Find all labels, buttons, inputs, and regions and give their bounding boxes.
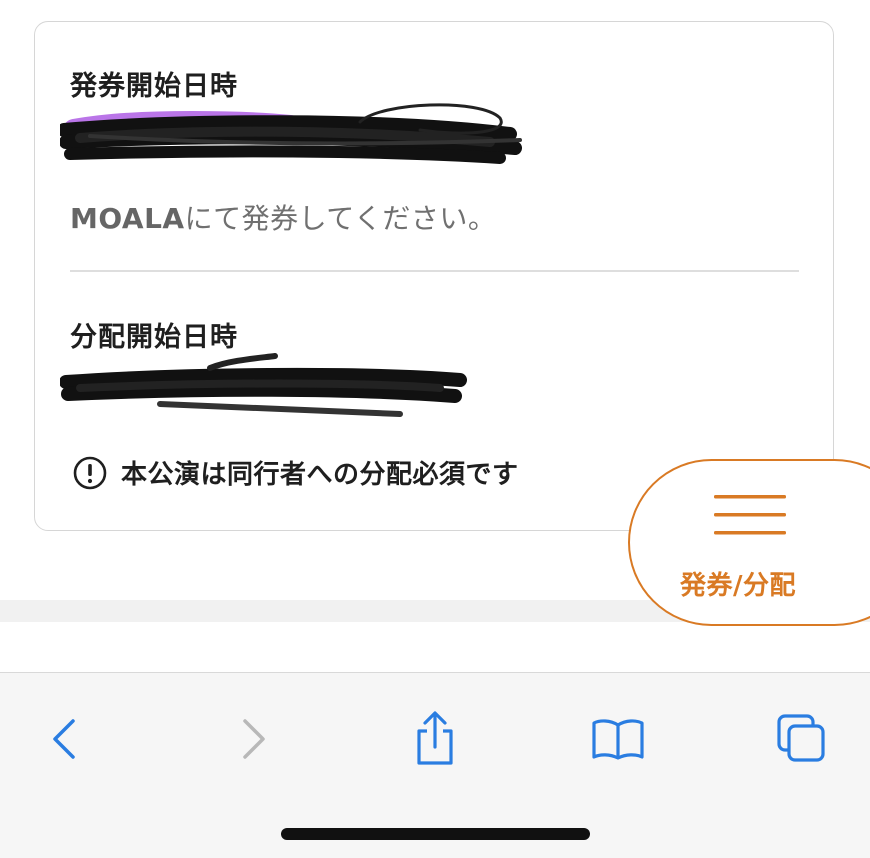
issue-distribute-floating-button[interactable]: 発券/分配 — [628, 459, 870, 626]
distribution-alert: 本公演は同行者への分配必須です — [73, 454, 519, 491]
tabs-button[interactable] — [772, 709, 832, 769]
issue-start-title: 発券開始日時 — [70, 71, 238, 102]
redacted-distribution-datetime — [60, 353, 467, 417]
tabs-icon — [777, 714, 825, 762]
issue-note: MOALAにて発券してください。 — [70, 197, 496, 237]
share-button[interactable] — [405, 709, 465, 769]
bookmarks-button[interactable] — [588, 709, 648, 769]
ticket-info-card: 発券開始日時 MOALAにて発券してください。 分配開始日時 本公演は同行者への… — [34, 21, 834, 531]
back-icon — [53, 719, 75, 759]
issue-note-text: にて発券してください。 — [184, 202, 497, 235]
alert-text: 本公演は同行者への分配必須です — [121, 460, 519, 490]
hamburger-menu-icon — [714, 495, 786, 535]
bookmarks-icon — [592, 719, 644, 760]
moala-brand: MOALA — [70, 202, 185, 235]
fab-label: 発券/分配 — [680, 571, 796, 601]
exclamation-circle-icon — [73, 456, 107, 489]
back-button[interactable] — [34, 709, 94, 769]
browser-toolbar — [0, 672, 870, 858]
home-indicator — [281, 828, 590, 840]
section-divider — [70, 270, 799, 272]
share-icon — [417, 711, 453, 765]
page: 発券開始日時 MOALAにて発券してください。 分配開始日時 本公演は同行者への… — [0, 0, 870, 858]
forward-icon — [243, 719, 265, 759]
distribution-start-title: 分配開始日時 — [70, 322, 238, 353]
forward-button[interactable] — [224, 709, 284, 769]
redacted-issue-datetime — [60, 103, 522, 164]
